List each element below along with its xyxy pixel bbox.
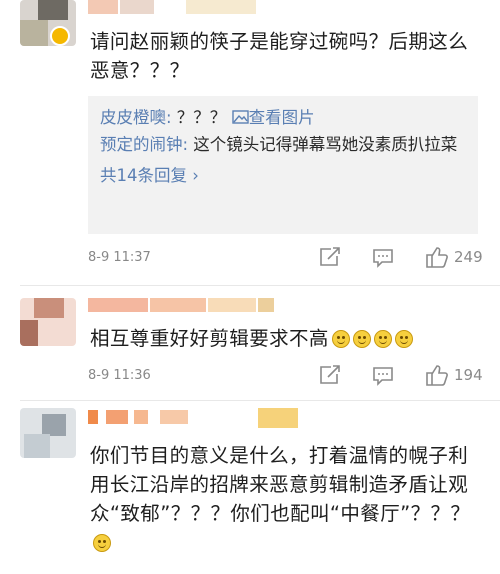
username-blurred[interactable]: [88, 298, 148, 312]
reply-box[interactable]: 皮皮橙噢: ？？？ 查看图片 预定的闹钟: 这个镜头记得弹幕骂她没素质扒拉菜 共…: [88, 96, 478, 234]
thumbs-up-icon: [426, 365, 448, 386]
like-count: 249: [454, 248, 483, 266]
smile-emoji-icon: [373, 330, 392, 348]
username-blurred: [150, 298, 206, 312]
share-button[interactable]: [319, 365, 341, 385]
comment-icon: [373, 249, 393, 268]
share-icon: [320, 365, 340, 384]
share-button[interactable]: [319, 247, 341, 267]
username-blurred[interactable]: [88, 0, 118, 14]
username-blurred: [208, 298, 256, 312]
comment-button[interactable]: [372, 366, 394, 386]
timestamp: 8-9 11:36: [88, 368, 151, 383]
username-blurred: [160, 410, 188, 424]
avatar[interactable]: [20, 298, 76, 346]
image-icon: [231, 110, 249, 124]
like-button[interactable]: 249: [425, 246, 483, 268]
username-blurred[interactable]: [88, 410, 98, 424]
view-image-link[interactable]: 查看图片: [231, 108, 315, 127]
comment-icon: [373, 367, 393, 386]
comment-text: 你们节目的意义是什么，打着温情的幌子利用长江沿岸的招牌来恶意剪辑制造矛盾让观众“…: [90, 441, 478, 557]
comment-button[interactable]: [372, 248, 394, 268]
more-replies-link[interactable]: 共14条回复 ›: [100, 162, 199, 189]
reply-2: 预定的闹钟: 这个镜头记得弹幕骂她没素质扒拉菜: [100, 131, 466, 158]
username-blurred: [120, 0, 154, 14]
username-blurred: [134, 410, 148, 424]
like-button[interactable]: 194: [425, 364, 483, 386]
divider: [20, 400, 500, 401]
smile-emoji-icon: [394, 330, 413, 348]
reply-username[interactable]: 皮皮橙噢:: [100, 108, 172, 127]
reply-text: 这个镜头记得弹幕骂她没素质扒拉菜: [188, 135, 458, 154]
username-blurred: [106, 410, 128, 424]
like-count: 194: [454, 366, 483, 384]
verified-badge-icon: [50, 26, 70, 46]
smile-emoji-icon: [331, 330, 350, 348]
comment-text: 请问赵丽颖的筷子是能穿过碗吗？后期这么恶意？？？: [90, 30, 469, 82]
thumbs-up-icon: [426, 247, 448, 268]
reply-1: 皮皮橙噢: ？？？ 查看图片: [100, 104, 466, 131]
reply-username[interactable]: 预定的闹钟:: [100, 135, 188, 154]
username-blurred: [258, 298, 274, 312]
smile-emoji-icon: [352, 330, 371, 348]
avatar[interactable]: [20, 408, 76, 458]
sweat-smile-emoji-icon: [93, 534, 111, 552]
comment-text: 相互尊重好好剪辑要求不高: [90, 324, 478, 353]
username-blurred: [258, 408, 298, 428]
share-icon: [320, 247, 340, 266]
reply-text: ？？？: [171, 108, 232, 127]
username-blurred: [186, 0, 256, 14]
divider: [20, 285, 500, 286]
timestamp: 8-9 11:37: [88, 250, 151, 265]
